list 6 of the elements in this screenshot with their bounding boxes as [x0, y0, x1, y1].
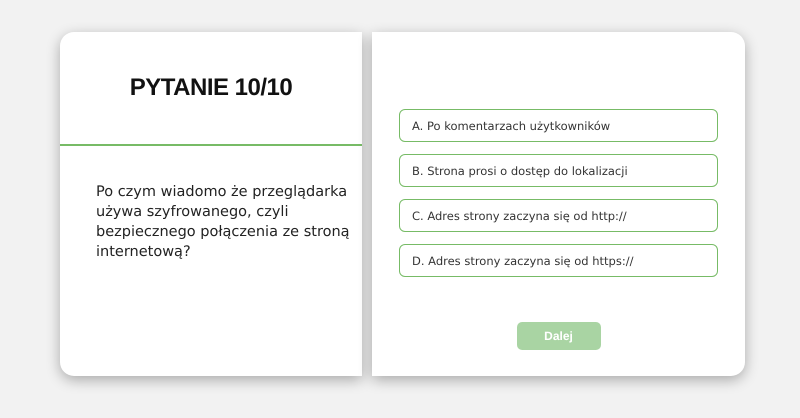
question-title: PYTANIE 10/10 — [130, 74, 292, 102]
answer-option[interactable]: A. Po komentarzach użytkowników — [399, 109, 718, 142]
answer-option[interactable]: C. Adres strony zaczyna się od http:// — [399, 199, 718, 232]
answer-option[interactable]: D. Adres strony zaczyna się od https:// — [399, 244, 718, 277]
answer-option[interactable]: B. Strona prosi o dostęp do lokalizacji — [399, 154, 718, 187]
question-text: Po czym wiadomo że przeglądarka używa szyfrowanego, czyli bezpiecznego połączenia ze stroną internetową? — [96, 183, 351, 262]
